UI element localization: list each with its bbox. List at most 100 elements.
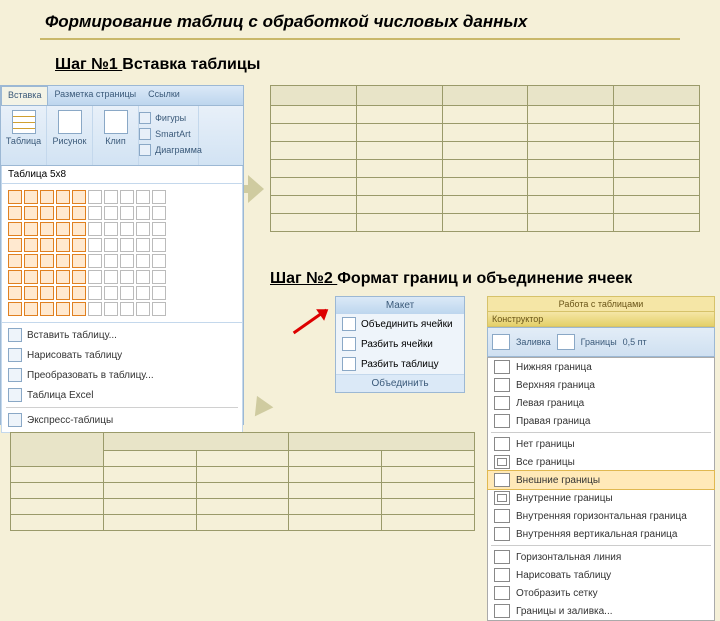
border-dialog[interactable]: Границы и заливка... — [488, 602, 714, 620]
table-tools-panel: Работа с таблицами Конструктор Заливка Г… — [487, 296, 715, 621]
border-top[interactable]: Верхняя граница — [488, 376, 714, 394]
btn-label: Рисунок — [53, 136, 87, 146]
border-none[interactable]: Нет границы — [488, 435, 714, 453]
dialog-icon — [494, 604, 510, 618]
border-showgrid[interactable]: Отобразить сетку — [488, 584, 714, 602]
borders-dropdown[interactable]: Границы — [581, 337, 617, 347]
split-cells-button[interactable]: Разбить ячейки — [336, 334, 464, 354]
table-row — [11, 483, 475, 499]
table-row — [271, 124, 700, 142]
excel-icon — [8, 388, 22, 402]
ribbon-picture-button[interactable]: Рисунок — [47, 106, 93, 165]
borders-menu: Нижняя граница Верхняя граница Левая гра… — [487, 357, 715, 621]
express-icon — [8, 413, 22, 427]
btn-label: Клип — [105, 136, 125, 146]
shading-dropdown[interactable]: Заливка — [516, 337, 551, 347]
step-2-heading: Шаг №2 Формат границ и объединение ячеек — [270, 270, 632, 288]
table-row — [271, 160, 700, 178]
ribbon-smartart-button[interactable]: SmartArt — [135, 126, 202, 142]
borders-icon — [557, 334, 575, 350]
red-arrow-icon — [293, 309, 327, 334]
border-left-icon — [494, 396, 510, 410]
line-weight-field[interactable]: 0,5 пт — [623, 337, 647, 347]
grid-size-label: Таблица 5x8 — [1, 166, 243, 184]
table-row — [11, 499, 475, 515]
header-rule — [40, 38, 680, 40]
table-size-picker[interactable] — [1, 184, 243, 323]
tab-constructor[interactable]: Конструктор — [487, 312, 715, 327]
ribbon-tabs: Вставка Разметка страницы Ссылки — [1, 86, 243, 106]
table-preview — [270, 85, 700, 232]
border-right[interactable]: Правая граница — [488, 412, 714, 430]
borders-toolbar: Заливка Границы 0,5 пт — [487, 327, 715, 357]
step-1-heading: Шаг №1 Вставка таблицы — [55, 56, 260, 74]
menu-excel-table[interactable]: Таблица Excel — [2, 385, 242, 405]
merge-panel-footer: Объединить — [336, 374, 464, 392]
hline-icon — [494, 550, 510, 564]
ribbon-chart-button[interactable]: Диаграмма — [135, 142, 202, 158]
tab-layout[interactable]: Разметка страницы — [48, 86, 142, 105]
merged-table-preview — [10, 432, 475, 531]
table-menu: Вставить таблицу... Нарисовать таблицу П… — [1, 323, 243, 433]
menu-convert-table[interactable]: Преобразовать в таблицу... — [2, 365, 242, 385]
split-table-icon — [342, 357, 356, 371]
table-row — [271, 214, 700, 232]
convert-icon — [8, 368, 22, 382]
ribbon-shapes-button[interactable]: Фигуры — [135, 110, 202, 126]
tab-insert[interactable]: Вставка — [1, 86, 48, 105]
border-inner-h-icon — [494, 509, 510, 523]
menu-separator — [491, 432, 711, 433]
border-all[interactable]: Все границы — [488, 453, 714, 471]
merge-icon — [342, 317, 356, 331]
table-row — [271, 142, 700, 160]
ribbon-table-button[interactable]: Таблица — [1, 106, 47, 165]
table-icon — [12, 110, 36, 134]
table-row — [11, 515, 475, 531]
inserted-table-preview — [270, 85, 700, 232]
menu-separator — [491, 545, 711, 546]
border-inner-v-icon — [494, 527, 510, 541]
ribbon-side-buttons: Фигуры SmartArt Диаграмма — [139, 106, 199, 165]
merge-panel-header: Макет — [336, 297, 464, 314]
border-all-icon — [494, 455, 510, 469]
menu-separator — [6, 407, 238, 408]
menu-draw-table[interactable]: Нарисовать таблицу — [2, 345, 242, 365]
step-2-text: Формат границ и объединение ячеек — [337, 270, 632, 287]
menu-express-tables[interactable]: Экспресс-таблицы — [2, 410, 242, 430]
border-bottom-icon — [494, 360, 510, 374]
grid-icon — [494, 586, 510, 600]
merge-cells-panel: Макет Объединить ячейки Разбить ячейки Р… — [335, 296, 465, 393]
step-2-prefix: Шаг №2 — [270, 270, 337, 287]
chart-icon — [139, 144, 151, 156]
border-inner-h[interactable]: Внутренняя горизонтальная граница — [488, 507, 714, 525]
table-row — [271, 178, 700, 196]
shapes-icon — [139, 112, 151, 124]
word-ribbon-screenshot: Вставка Разметка страницы Ссылки Таблица… — [0, 85, 244, 425]
shading-icon — [492, 334, 510, 350]
merge-cells-button[interactable]: Объединить ячейки — [336, 314, 464, 334]
border-inner-v[interactable]: Внутренняя вертикальная граница — [488, 525, 714, 543]
split-table-button[interactable]: Разбить таблицу — [336, 354, 464, 374]
table-row — [11, 467, 475, 483]
picture-icon — [58, 110, 82, 134]
border-top-icon — [494, 378, 510, 392]
table-row — [271, 86, 700, 106]
table-row — [271, 196, 700, 214]
menu-insert-table[interactable]: Вставить таблицу... — [2, 325, 242, 345]
border-outer[interactable]: Внешние границы — [487, 470, 715, 490]
border-inner[interactable]: Внутренние границы — [488, 489, 714, 507]
border-left[interactable]: Левая граница — [488, 394, 714, 412]
page-title: Формирование таблиц с обработкой числовы… — [45, 12, 527, 32]
arrow-right-icon — [248, 175, 264, 203]
table-tools-title: Работа с таблицами — [487, 296, 715, 312]
border-hline[interactable]: Горизонтальная линия — [488, 548, 714, 566]
arrow-down-icon — [250, 400, 272, 422]
table-row — [271, 106, 700, 124]
ribbon-clip-button[interactable]: Клип — [93, 106, 139, 165]
tab-links[interactable]: Ссылки — [142, 86, 186, 105]
grid-icon — [8, 328, 22, 342]
smartart-icon — [139, 128, 151, 140]
border-bottom[interactable]: Нижняя граница — [488, 358, 714, 376]
border-draw[interactable]: Нарисовать таблицу — [488, 566, 714, 584]
split-icon — [342, 337, 356, 351]
